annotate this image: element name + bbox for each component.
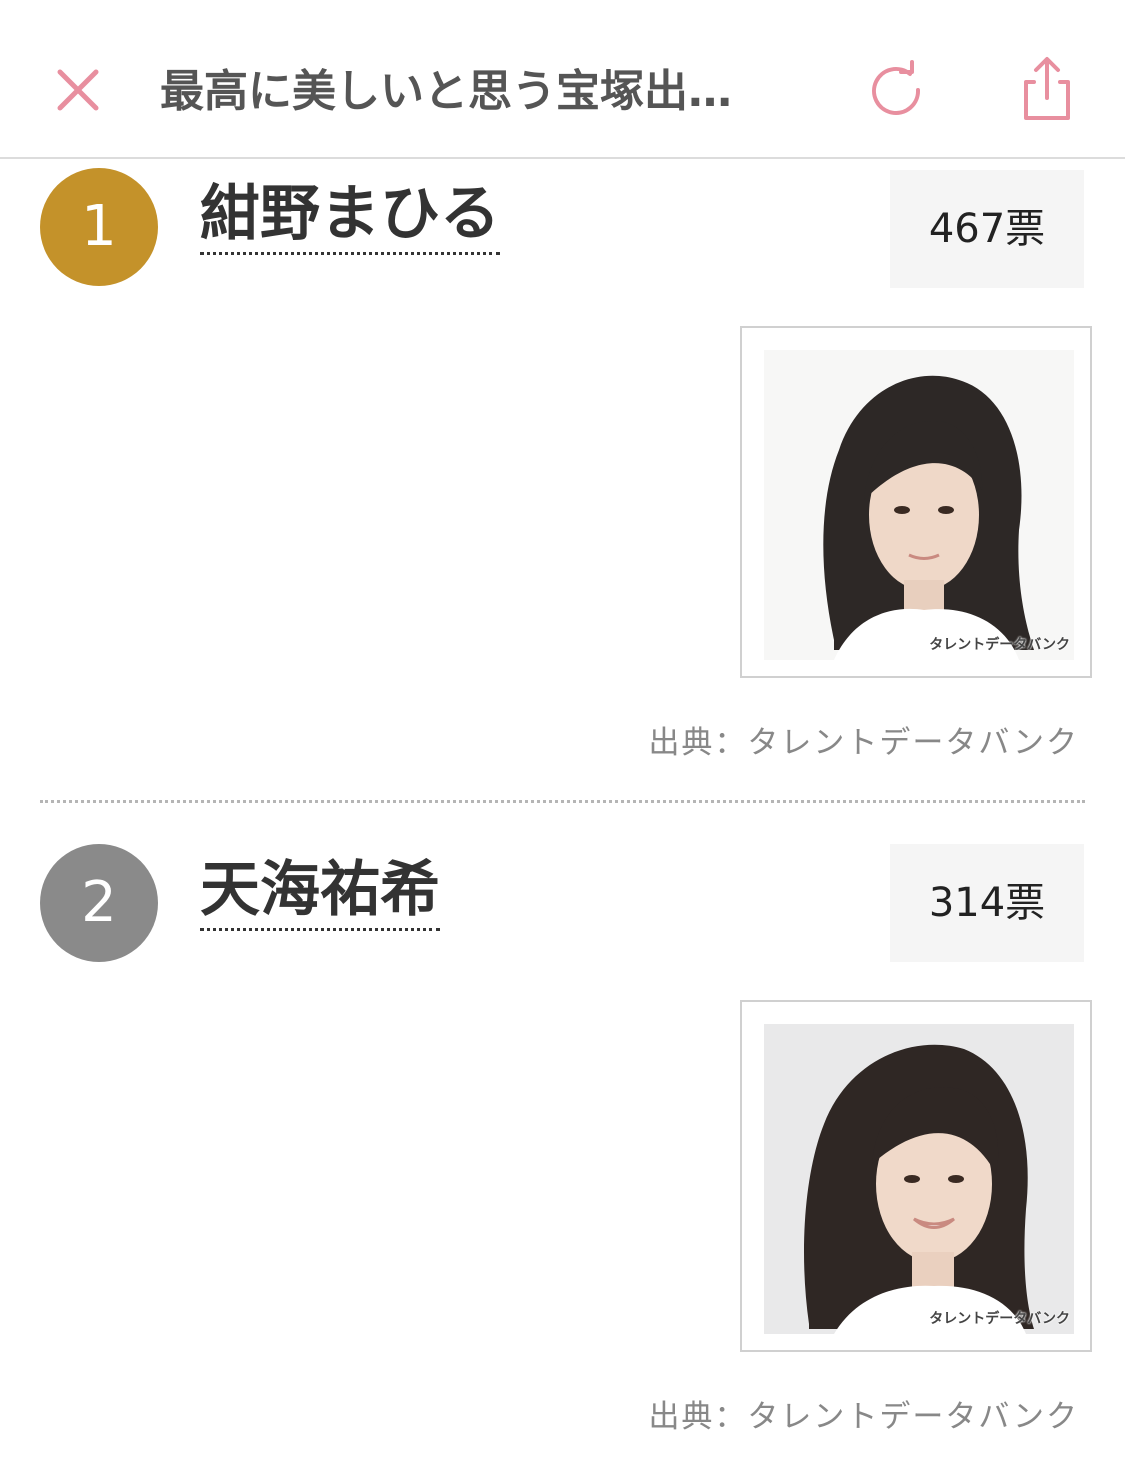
entry-photo: タレントデータバンク (740, 326, 1092, 678)
entry-name-link[interactable]: 紺野まひる (200, 178, 500, 255)
rank-badge: 1 (40, 168, 158, 286)
reload-icon (872, 60, 921, 115)
close-button[interactable] (52, 64, 104, 116)
entry-name-link[interactable]: 天海祐希 (200, 854, 440, 931)
photo-watermark: タレントデータバンク (929, 1311, 1070, 1327)
reload-button[interactable] (866, 60, 928, 122)
ranking-entry: 1 紺野まひる 467票 タレントデータバンク 出典：タレントデータバンク (0, 168, 1125, 788)
vote-count: 314票 (890, 844, 1084, 962)
portrait-image (764, 1024, 1074, 1334)
vote-count: 467票 (890, 170, 1084, 288)
portrait-image (764, 350, 1074, 660)
ranking-entry: 2 天海祐希 314票 タレントデータバンク 出典：タレントデータバンク (0, 844, 1125, 1464)
page-title: 最高に美しいと思う宝塚出… (160, 66, 732, 117)
close-icon (57, 69, 99, 111)
photo-credit: 出典：タレントデータバンク (648, 725, 1079, 761)
share-button[interactable] (1016, 54, 1078, 124)
photo-credit: 出典：タレントデータバンク (648, 1399, 1079, 1435)
share-icon (1024, 57, 1070, 120)
app-header: 最高に美しいと思う宝塚出… (0, 0, 1125, 159)
entry-photo: タレントデータバンク (740, 1000, 1092, 1352)
rank-badge: 2 (40, 844, 158, 962)
photo-watermark: タレントデータバンク (929, 637, 1070, 653)
entry-divider (40, 800, 1085, 803)
